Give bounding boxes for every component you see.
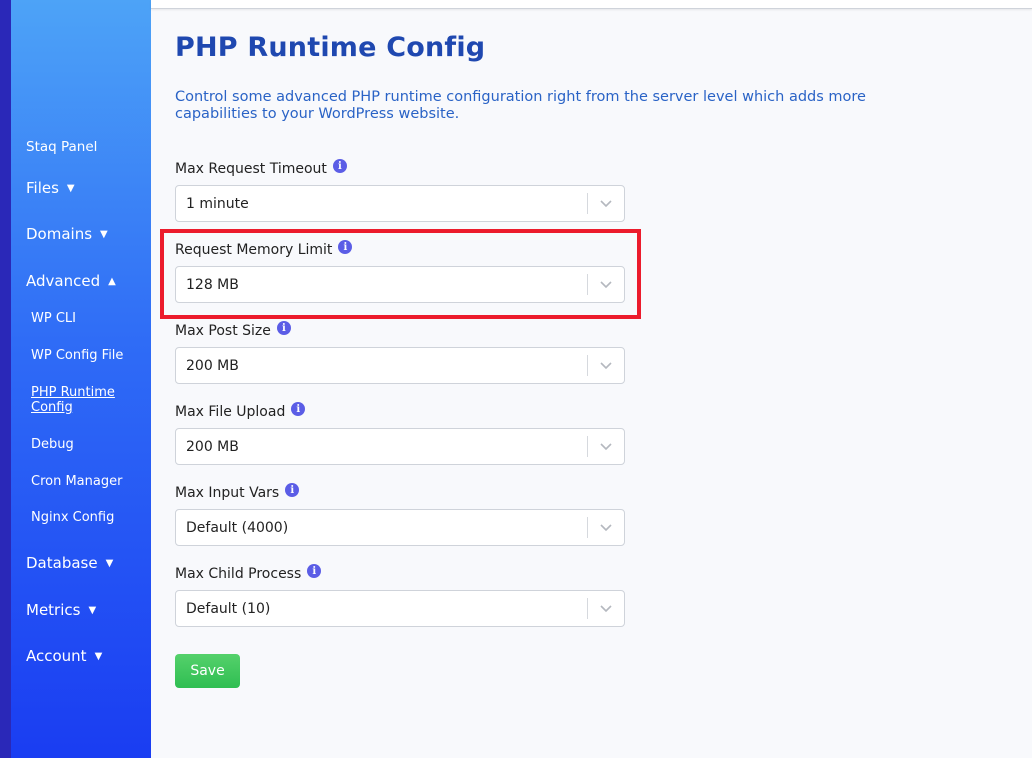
page-description: Control some advanced PHP runtime config… [175,89,866,122]
sidebar-item-metrics[interactable]: Metrics ▼ [26,601,96,619]
sidebar-item-domains[interactable]: Domains ▼ [26,225,108,243]
info-icon[interactable]: i [285,483,300,497]
chevron-down-icon [588,442,624,451]
caret-down-icon: ▼ [94,650,103,662]
sidebar-subitem-nginx-config[interactable]: Nginx Config [31,510,141,525]
sidebar-nav: Staq Panel Files ▼ Domains ▼ Advanced ▲ … [0,0,151,758]
caret-down-icon: ▼ [88,604,97,616]
caret-down-icon: ▼ [66,182,75,194]
sidebar-item-advanced[interactable]: Advanced ▲ [26,272,116,290]
save-button[interactable]: Save [175,654,240,688]
info-icon[interactable]: i [276,321,291,335]
sidebar-subitem-php-runtime-config[interactable]: PHP Runtime Config [31,385,141,415]
select-value: Default (4000) [186,519,289,536]
sidebar-item-label: Advanced [26,272,101,290]
max-input-vars-label: Max Input Vars i [175,483,300,501]
caret-down-icon: ▼ [105,557,114,569]
highlight-box [160,229,641,319]
field-label-text: Max Request Timeout [175,161,327,177]
select-value: 1 minute [186,195,249,212]
sidebar-item-label: Domains [26,225,93,243]
info-icon[interactable]: i [332,159,347,173]
select-value: 200 MB [186,357,239,374]
chevron-down-icon [588,199,624,208]
field-label-text: Max Post Size [175,323,271,339]
select-value: 200 MB [186,438,239,455]
sidebar-item-database[interactable]: Database ▼ [26,554,113,572]
field-label-text: Max Child Process [175,566,302,582]
max-request-timeout-select[interactable]: 1 minute [175,185,625,222]
chevron-down-icon [588,604,624,613]
info-icon[interactable]: i [307,564,322,578]
sidebar-item-label: Metrics [26,601,81,619]
max-input-vars-select[interactable]: Default (4000) [175,509,625,546]
sidebar-item-label: Files [26,179,59,197]
chevron-down-icon [588,361,624,370]
select-value: Default (10) [186,600,271,617]
max-child-process-label: Max Child Process i [175,564,322,582]
top-divider [151,0,1032,9]
sidebar-subitem-cron-manager[interactable]: Cron Manager [31,474,141,489]
sidebar-item-staq-panel[interactable]: Staq Panel [26,139,97,155]
info-icon[interactable]: i [291,402,306,416]
sidebar-subitem-wp-config-file[interactable]: WP Config File [31,348,141,363]
max-post-size-select[interactable]: 200 MB [175,347,625,384]
field-label-text: Max Input Vars [175,485,280,501]
sidebar-subitem-wp-cli[interactable]: WP CLI [31,311,141,326]
caret-up-icon: ▲ [108,275,116,287]
sidebar-item-account[interactable]: Account ▼ [26,647,102,665]
max-request-timeout-label: Max Request Timeout i [175,159,347,177]
chevron-down-icon [588,523,624,532]
sidebar-item-label: Database [26,554,98,572]
max-post-size-label: Max Post Size i [175,321,291,339]
field-label-text: Max File Upload [175,404,286,420]
sidebar-subitem-debug[interactable]: Debug [31,437,141,452]
max-file-upload-select[interactable]: 200 MB [175,428,625,465]
sidebar-item-files[interactable]: Files ▼ [26,179,75,197]
page-title: PHP Runtime Config [175,32,486,63]
max-child-process-select[interactable]: Default (10) [175,590,625,627]
caret-down-icon: ▼ [100,228,108,240]
max-file-upload-label: Max File Upload i [175,402,306,420]
sidebar-item-label: Account [26,647,87,665]
